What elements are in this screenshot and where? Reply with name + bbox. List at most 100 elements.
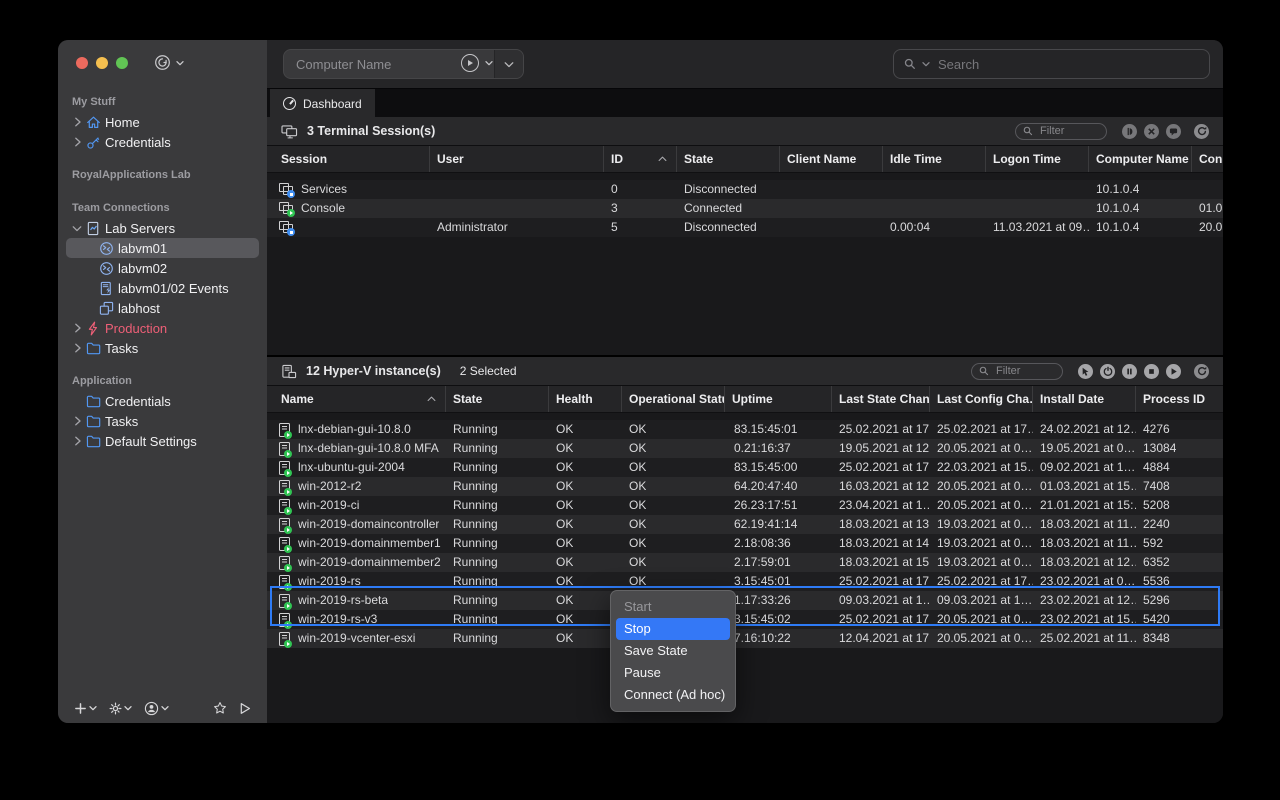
chevron-right-icon[interactable]	[69, 436, 86, 446]
cell: 2240	[1136, 515, 1223, 534]
sidebar-item-labvm01-02-events[interactable]: labvm01/02 Events	[66, 278, 259, 298]
power-button[interactable]	[1100, 364, 1115, 379]
sidebar-item-tasks[interactable]: Tasks	[66, 411, 259, 431]
sidebar-item-credentials[interactable]: Credentials	[66, 391, 259, 411]
sidebar-item-credentials[interactable]: Credentials	[66, 132, 259, 152]
table-row[interactable]: lnx-ubuntu-gui-2004RunningOKOK83.15:45:0…	[267, 458, 1223, 477]
cell	[267, 218, 430, 237]
tab-dashboard[interactable]: Dashboard	[270, 89, 375, 118]
sidebar-item-default-settings[interactable]: Default Settings	[66, 431, 259, 451]
connection-mode-button[interactable]	[154, 54, 184, 71]
add-button[interactable]	[70, 700, 101, 717]
column-header-user[interactable]: User	[430, 146, 604, 172]
column-header-id[interactable]: ID	[604, 146, 677, 172]
cell: win-2019-rs-v3	[267, 610, 446, 629]
cell: 83.15:45:00	[725, 458, 832, 477]
search-input[interactable]	[936, 56, 1199, 73]
menu-item-save-state[interactable]: Save State	[616, 640, 730, 662]
table-row[interactable]: win-2019-domainmember1RunningOKOK2.18:08…	[267, 534, 1223, 553]
terminal-panel-header: 3 Terminal Session(s)	[267, 117, 1223, 146]
user-button[interactable]	[140, 699, 173, 718]
sidebar-item-production[interactable]: Production	[66, 318, 259, 338]
pause-button[interactable]	[1122, 364, 1137, 379]
column-header-health[interactable]: Health	[549, 386, 622, 412]
menu-item-stop[interactable]: Stop	[616, 618, 730, 640]
column-header-uptime[interactable]: Uptime	[725, 386, 832, 412]
run-button[interactable]	[235, 700, 255, 717]
column-header-name[interactable]: Name	[267, 386, 446, 412]
column-header-logon-time[interactable]: Logon Time	[986, 146, 1089, 172]
column-header-state[interactable]: State	[446, 386, 549, 412]
table-row[interactable]: win-2019-ciRunningOKOK26.23:17:5123.04.2…	[267, 496, 1223, 515]
refresh-button[interactable]	[1194, 124, 1209, 139]
sidebar-item-home[interactable]: Home	[66, 112, 259, 132]
disconnect-button[interactable]	[1122, 124, 1137, 139]
cell: win-2019-domainmember1	[267, 534, 446, 553]
stopped-badge-icon	[287, 228, 295, 236]
column-header-operational-status[interactable]: Operational Status	[622, 386, 725, 412]
hyperv-filter-field[interactable]	[971, 363, 1063, 380]
column-header-process-id[interactable]: Process ID	[1136, 386, 1223, 412]
menu-item-start: Start	[616, 596, 730, 618]
table-row[interactable]: Administrator5Disconnected0.00:0411.03.2…	[267, 218, 1223, 237]
chevron-down-icon[interactable]	[69, 225, 86, 232]
hyperv-filter-input[interactable]	[994, 364, 1055, 378]
chevron-right-icon[interactable]	[69, 137, 86, 147]
cell: 23.02.2021 at 15…	[1033, 610, 1136, 629]
column-header-client-name[interactable]: Client Name	[780, 146, 883, 172]
sidebar-item-labvm02[interactable]: labvm02	[66, 258, 259, 278]
stop-button[interactable]	[1144, 364, 1159, 379]
search-field[interactable]	[893, 49, 1210, 79]
table-row[interactable]: win-2019-rs-betaRunningOKOK1.17:33:2609.…	[267, 591, 1223, 610]
cell: Running	[446, 477, 549, 496]
terminal-filter-input[interactable]	[1038, 124, 1099, 138]
table-row[interactable]: lnx-debian-gui-10.8.0 MFARunningOKOK0.21…	[267, 439, 1223, 458]
column-header-conn[interactable]: Conn	[1192, 146, 1223, 172]
zoom-button[interactable]	[116, 57, 128, 69]
minimize-button[interactable]	[96, 57, 108, 69]
sidebar-item-label: Lab Servers	[105, 221, 175, 236]
table-row[interactable]: win-2019-vcenter-esxiRunningOKOK7.16:10:…	[267, 629, 1223, 648]
server-icon	[281, 364, 297, 379]
table-row[interactable]: win-2019-rs-v3RunningOKOK3.15:45:0225.02…	[267, 610, 1223, 629]
column-header-session[interactable]: Session	[267, 146, 430, 172]
table-row[interactable]: win-2019-domaincontrollerRunningOKOK62.1…	[267, 515, 1223, 534]
chevron-right-icon[interactable]	[69, 117, 86, 127]
favorites-button[interactable]	[209, 699, 231, 717]
cell: Running	[446, 572, 549, 591]
close-button[interactable]	[76, 57, 88, 69]
chevron-right-icon[interactable]	[69, 323, 86, 333]
cell: 24.02.2021 at 12…	[1033, 420, 1136, 439]
column-header-idle-time[interactable]: Idle Time	[883, 146, 986, 172]
sidebar-item-tasks[interactable]: Tasks	[66, 338, 259, 358]
sidebar-item-labhost[interactable]: labhost	[66, 298, 259, 318]
table-row[interactable]: Services0Disconnected10.1.0.4	[267, 180, 1223, 199]
column-header-last-state-change[interactable]: Last State Change	[832, 386, 930, 412]
menu-item-connect-ad-hoc[interactable]: Connect (Ad hoc)	[616, 684, 730, 706]
sidebar-item-lab-servers[interactable]: Lab Servers	[66, 218, 259, 238]
combo-dropdown-button[interactable]	[494, 50, 523, 78]
column-header-last-config-cha[interactable]: Last Config Cha…	[930, 386, 1033, 412]
connect-toolbar-button[interactable]	[461, 54, 493, 72]
chevron-right-icon[interactable]	[69, 416, 86, 426]
column-header-computer-name[interactable]: Computer Name	[1089, 146, 1192, 172]
table-row[interactable]: win-2012-r2RunningOKOK64.20:47:4016.03.2…	[267, 477, 1223, 496]
table-row[interactable]: win-2019-domainmember2RunningOKOK2.17:59…	[267, 553, 1223, 572]
table-row[interactable]: win-2019-rsRunningOKOK3.15:45:0125.02.20…	[267, 572, 1223, 591]
refresh-button[interactable]	[1194, 364, 1209, 379]
column-header-install-date[interactable]: Install Date	[1033, 386, 1136, 412]
table-row[interactable]: lnx-debian-gui-10.8.0RunningOKOK83.15:45…	[267, 420, 1223, 439]
sidebar-item-labvm01[interactable]: labvm01	[66, 238, 259, 258]
terminal-filter-field[interactable]	[1015, 123, 1107, 140]
connect-button[interactable]	[1078, 364, 1093, 379]
column-header-state[interactable]: State	[677, 146, 780, 172]
table-row[interactable]: Console3Connected10.1.0.401.03	[267, 199, 1223, 218]
play-button[interactable]	[1166, 364, 1181, 379]
chevron-right-icon[interactable]	[69, 343, 86, 353]
vm-icon	[279, 442, 292, 456]
menu-item-pause[interactable]: Pause	[616, 662, 730, 684]
message-button[interactable]	[1166, 124, 1181, 139]
close-button[interactable]	[1144, 124, 1159, 139]
settings-button[interactable]	[105, 700, 136, 717]
dashboard-content: 3 Terminal Session(s) SessionUserIDState…	[267, 117, 1223, 723]
